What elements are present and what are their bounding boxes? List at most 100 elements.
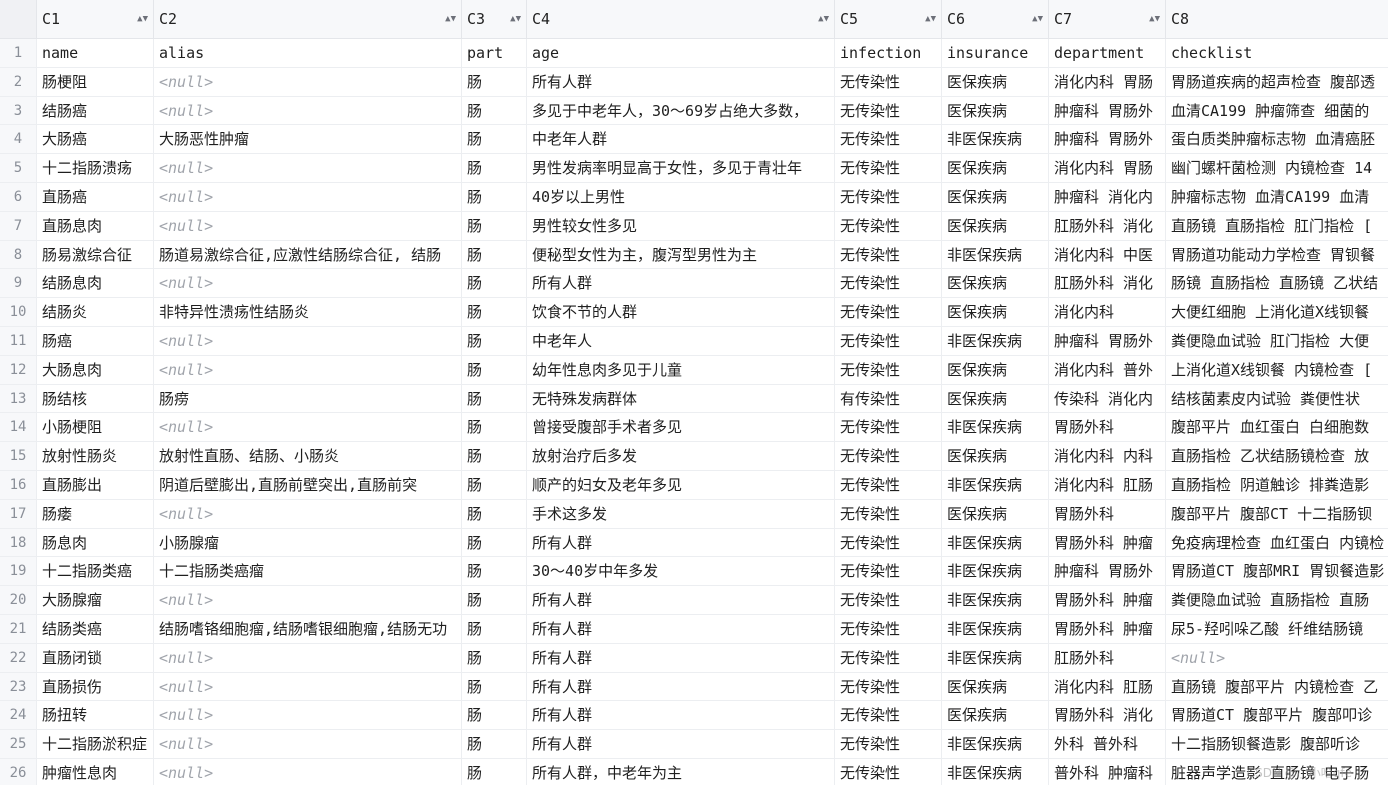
table-cell[interactable]: 肠 — [462, 499, 527, 528]
table-cell[interactable]: 所有人群，中老年为主 — [527, 758, 835, 785]
table-cell[interactable]: 肠 — [462, 154, 527, 182]
table-cell[interactable]: 无传染性 — [835, 586, 942, 614]
table-cell[interactable]: 肛肠外科 消化 — [1049, 269, 1166, 298]
table-row[interactable]: 5 十二指肠溃疡 <null> 肠男性发病率明显高于女性，多见于青壮年 无传染性 医保疾病… — [0, 154, 1388, 183]
table-cell[interactable]: 直肠指检 阴道触诊 排粪造影 — [1166, 471, 1388, 499]
table-cell[interactable]: 粪便隐血试验 直肠指检 直肠 — [1166, 586, 1388, 614]
table-cell[interactable]: 大肠腺瘤 — [37, 586, 154, 614]
table-cell[interactable]: 肠 — [462, 96, 527, 125]
table-row[interactable]: 10 结肠炎 非特异性溃疡性结肠炎肠饮食不节的人群 无传染性 医保疾病 消化内科 大便红细胞… — [0, 298, 1388, 327]
table-cell[interactable]: <null> — [154, 96, 462, 125]
column-header-c7[interactable]: C7 ▲▼ — [1049, 0, 1166, 38]
table-cell[interactable]: 胃肠外科 肿瘤 — [1049, 528, 1166, 557]
table-cell[interactable]: 胃肠道CT 腹部平片 腹部叩诊 — [1166, 701, 1388, 729]
table-row[interactable]: 7 直肠息肉 <null> 肠男性较女性多见 无传染性 医保疾病 肛肠外科 消化 直肠镜 直肠… — [0, 211, 1388, 241]
table-row[interactable]: 8 肠易激综合征 肠道易激综合征,应激性结肠综合征, 结肠肠便秘型女性为主，腹泻型男… — [0, 240, 1388, 270]
table-cell[interactable]: 非医保疾病 — [942, 586, 1049, 614]
table-cell[interactable]: 所有人群 — [527, 586, 835, 614]
table-cell[interactable]: 肠扭转 — [37, 701, 154, 730]
table-cell[interactable]: <null> — [154, 211, 462, 240]
table-row[interactable]: 20 大肠腺瘤 <null> 肠所有人群 无传染性 非医保疾病 胃肠外科 肿瘤 粪便隐血试验 … — [0, 586, 1388, 615]
column-header-c4[interactable]: C4 ▲▼ — [527, 0, 835, 38]
table-cell[interactable]: 直肠损伤 — [37, 672, 154, 701]
sort-icon[interactable]: ▲▼ — [1149, 0, 1160, 38]
table-cell[interactable]: part — [462, 39, 527, 67]
table-cell[interactable]: 肠 — [462, 298, 527, 326]
table-cell[interactable]: 非医保疾病 — [942, 730, 1049, 758]
table-cell[interactable]: 大肠癌 — [37, 125, 154, 154]
table-cell[interactable]: 无传染性 — [835, 730, 942, 758]
table-row[interactable]: 22 直肠闭锁 <null> 肠所有人群 无传染性 非医保疾病 肛肠外科 <null> — [0, 643, 1388, 673]
table-cell[interactable]: 肠 — [462, 211, 527, 240]
table-cell[interactable]: 中老年人 — [527, 326, 835, 355]
table-cell[interactable]: 肿瘤性息肉 — [37, 758, 154, 785]
table-cell[interactable]: 医保疾病 — [942, 96, 1049, 125]
table-cell[interactable]: 肠梗阻 — [37, 67, 154, 96]
table-cell[interactable]: 肠 — [462, 355, 527, 384]
table-cell[interactable]: insurance — [942, 39, 1049, 67]
table-cell[interactable]: 中老年人群 — [527, 125, 835, 154]
table-row[interactable]: 1 name alias part age infection insurance depar… — [0, 39, 1388, 68]
table-cell[interactable]: 男性发病率明显高于女性，多见于青壮年 — [527, 154, 835, 182]
table-cell[interactable]: <null> — [154, 586, 462, 614]
table-cell[interactable]: 肠镜 直肠指检 直肠镜 乙状结 — [1166, 269, 1388, 297]
sort-icon[interactable]: ▲▼ — [137, 0, 148, 38]
table-cell[interactable]: 肠 — [462, 730, 527, 758]
table-cell[interactable]: 肠息肉 — [37, 528, 154, 557]
table-cell[interactable]: 30～40岁中年多发 — [527, 557, 835, 586]
table-cell[interactable]: 胃肠外科 肿瘤 — [1049, 614, 1166, 643]
table-cell[interactable]: 十二指肠溃疡 — [37, 154, 154, 182]
table-cell[interactable]: 肠 — [462, 182, 527, 211]
table-cell[interactable]: 无传染性 — [835, 442, 942, 470]
table-cell[interactable]: <null> — [154, 701, 462, 730]
table-cell[interactable]: 肠 — [462, 442, 527, 470]
table-cell[interactable]: 十二指肠类癌瘤 — [154, 557, 462, 586]
table-cell[interactable]: <null> — [154, 643, 462, 672]
table-row[interactable]: 13 肠结核 肠痨肠无特殊发病群体 有传染性 医保疾病 传染科 消化内 结核菌素皮内试验 粪… — [0, 384, 1388, 414]
table-cell[interactable]: 无传染性 — [835, 643, 942, 672]
table-cell[interactable]: 肠 — [462, 614, 527, 643]
sort-icon[interactable]: ▲▼ — [925, 0, 936, 38]
table-row[interactable]: 24 肠扭转 <null> 肠所有人群 无传染性 医保疾病 胃肠外科 消化 胃肠道CT 腹部平… — [0, 701, 1388, 731]
table-cell[interactable]: 直肠闭锁 — [37, 643, 154, 672]
table-cell[interactable]: 肠痨 — [154, 384, 462, 413]
table-cell[interactable]: 所有人群 — [527, 643, 835, 672]
table-row[interactable]: 9 结肠息肉 <null> 肠所有人群 无传染性 医保疾病 肛肠外科 消化 肠镜 直肠指检 直… — [0, 269, 1388, 299]
table-cell[interactable]: <null> — [154, 730, 462, 758]
table-cell[interactable]: 直肠镜 直肠指检 肛门指检 [ — [1166, 212, 1388, 240]
table-cell[interactable]: 无特殊发病群体 — [527, 384, 835, 413]
sort-icon[interactable]: ▲▼ — [1032, 0, 1043, 38]
table-cell[interactable]: 男性较女性多见 — [527, 211, 835, 240]
table-cell[interactable]: 肠易激综合征 — [37, 240, 154, 269]
table-row[interactable]: 21 结肠类癌 结肠嗜铬细胞瘤,结肠嗜银细胞瘤,结肠无功肠所有人群 无传染性 非医保疾病… — [0, 614, 1388, 644]
table-cell[interactable]: 非医保疾病 — [942, 614, 1049, 643]
table-cell[interactable]: 肛肠外科 — [1049, 643, 1166, 672]
column-header-c5[interactable]: C5 ▲▼ — [835, 0, 942, 38]
table-cell[interactable]: 肠 — [462, 586, 527, 614]
table-cell[interactable]: 非医保疾病 — [942, 240, 1049, 269]
table-cell[interactable]: infection — [835, 39, 942, 67]
table-cell[interactable]: 肠 — [462, 470, 527, 499]
table-cell[interactable]: 医保疾病 — [942, 384, 1049, 413]
table-cell[interactable]: 肠 — [462, 125, 527, 154]
table-cell[interactable]: 多见于中老年人，30～69岁占绝大多数， — [527, 96, 835, 125]
table-cell[interactable]: 非特异性溃疡性结肠炎 — [154, 298, 462, 326]
table-cell[interactable]: 免疫病理检查 血红蛋白 内镜检 — [1166, 529, 1388, 557]
table-cell[interactable]: 肠 — [462, 413, 527, 442]
table-cell[interactable]: 肿瘤科 胃肠外 — [1049, 557, 1166, 586]
table-cell[interactable]: 结肠息肉 — [37, 269, 154, 298]
table-cell[interactable]: 肠 — [462, 326, 527, 355]
table-cell[interactable]: 医保疾病 — [942, 672, 1049, 701]
table-cell[interactable]: 无传染性 — [835, 355, 942, 384]
table-cell[interactable]: 肿瘤科 消化内 — [1049, 182, 1166, 211]
table-cell[interactable]: 传染科 消化内 — [1049, 384, 1166, 413]
table-cell[interactable]: 肠 — [462, 701, 527, 730]
table-cell[interactable]: 结肠炎 — [37, 298, 154, 326]
table-cell[interactable]: 肠 — [462, 758, 527, 785]
table-cell[interactable]: 无传染性 — [835, 96, 942, 125]
table-cell[interactable]: <null> — [154, 355, 462, 384]
column-header-c3[interactable]: C3 ▲▼ — [462, 0, 527, 38]
table-cell[interactable]: 无传染性 — [835, 125, 942, 154]
table-cell[interactable]: <null> — [154, 499, 462, 528]
table-cell[interactable]: 医保疾病 — [942, 154, 1049, 182]
